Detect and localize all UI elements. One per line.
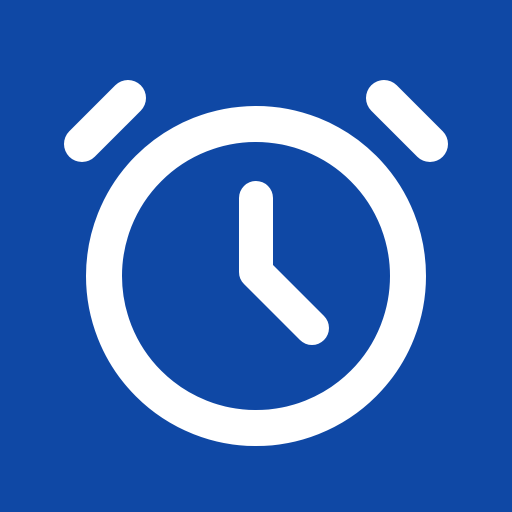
clock-hands bbox=[239, 181, 329, 345]
alarm-clock-icon bbox=[64, 80, 448, 446]
right-bell bbox=[366, 80, 448, 162]
left-bell bbox=[64, 80, 146, 162]
alarm-clock-app-icon[interactable] bbox=[0, 0, 512, 512]
